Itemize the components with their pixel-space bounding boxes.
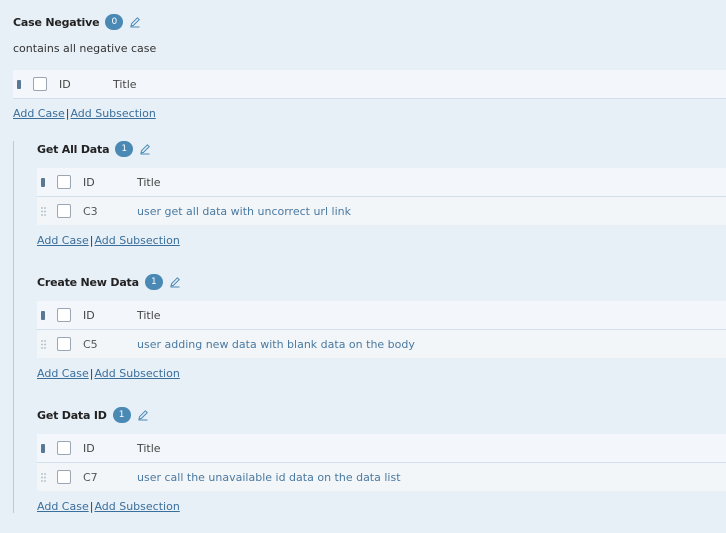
add-case-link[interactable]: Add Case bbox=[37, 500, 89, 513]
link-separator: | bbox=[89, 234, 94, 247]
case-title[interactable]: user adding new data with blank data on … bbox=[137, 338, 415, 351]
table-row[interactable]: C5 user adding new data with blank data … bbox=[37, 330, 726, 358]
case-count-badge: 1 bbox=[144, 274, 163, 290]
row-checkbox[interactable] bbox=[57, 470, 71, 484]
add-subsection-link[interactable]: Add Subsection bbox=[94, 367, 179, 380]
subsection-header: Get All Data 1 bbox=[37, 140, 151, 158]
pencil-icon[interactable] bbox=[137, 409, 149, 421]
subsection-title: Create New Data bbox=[37, 275, 139, 289]
case-count-badge: 0 bbox=[105, 14, 124, 30]
table-header: ID Title bbox=[37, 301, 726, 330]
link-separator: | bbox=[89, 500, 94, 513]
select-all-checkbox[interactable] bbox=[57, 308, 71, 322]
select-all-checkbox[interactable] bbox=[57, 175, 71, 189]
pencil-icon[interactable] bbox=[129, 16, 141, 28]
column-header-id[interactable]: ID bbox=[83, 309, 137, 322]
column-header-title[interactable]: Title bbox=[137, 176, 161, 189]
case-count-badge: 1 bbox=[115, 141, 134, 157]
subsection-title: Get Data ID bbox=[37, 408, 107, 422]
subsection-actions: Add Case|Add Subsection bbox=[37, 500, 180, 513]
link-separator: | bbox=[65, 107, 70, 120]
add-subsection-link[interactable]: Add Subsection bbox=[70, 107, 155, 120]
add-case-link[interactable]: Add Case bbox=[37, 234, 89, 247]
table-row[interactable]: C3 user get all data with uncorrect url … bbox=[37, 197, 726, 225]
case-count-badge: 1 bbox=[112, 407, 131, 423]
column-handle-icon[interactable] bbox=[37, 443, 57, 453]
drag-handle-icon[interactable] bbox=[37, 206, 57, 216]
add-case-link[interactable]: Add Case bbox=[37, 367, 89, 380]
case-title[interactable]: user get all data with uncorrect url lin… bbox=[137, 205, 351, 218]
section-title: Case Negative bbox=[13, 15, 100, 29]
case-id: C5 bbox=[83, 337, 98, 351]
column-handle-icon[interactable] bbox=[13, 79, 33, 89]
subsection-header: Get Data ID 1 bbox=[37, 406, 149, 424]
table-header: ID Title bbox=[37, 434, 726, 463]
subsection-title: Get All Data bbox=[37, 142, 110, 156]
drag-handle-icon[interactable] bbox=[37, 339, 57, 349]
subsection-actions: Add Case|Add Subsection bbox=[37, 234, 180, 247]
subsection-actions: Add Case|Add Subsection bbox=[37, 367, 180, 380]
row-checkbox[interactable] bbox=[57, 204, 71, 218]
subsection-header: Create New Data 1 bbox=[37, 273, 181, 291]
column-header-title[interactable]: Title bbox=[137, 442, 161, 455]
column-header-title[interactable]: Title bbox=[137, 309, 161, 322]
section-actions: Add Case|Add Subsection bbox=[13, 107, 156, 120]
table-row[interactable]: C7 user call the unavailable id data on … bbox=[37, 463, 726, 491]
table-header: ID Title bbox=[37, 168, 726, 197]
case-title[interactable]: user call the unavailable id data on the… bbox=[137, 471, 401, 484]
case-id: C7 bbox=[83, 470, 98, 484]
add-subsection-link[interactable]: Add Subsection bbox=[94, 500, 179, 513]
column-header-title[interactable]: Title bbox=[113, 78, 137, 91]
select-all-checkbox[interactable] bbox=[57, 441, 71, 455]
select-all-checkbox[interactable] bbox=[33, 77, 47, 91]
column-handle-icon[interactable] bbox=[37, 310, 57, 320]
pencil-icon[interactable] bbox=[139, 143, 151, 155]
column-header-id[interactable]: ID bbox=[59, 78, 113, 91]
case-id: C3 bbox=[83, 204, 98, 218]
drag-handle-icon[interactable] bbox=[37, 472, 57, 482]
section-description: contains all negative case bbox=[13, 42, 157, 55]
subsection-indent-line bbox=[13, 141, 14, 513]
column-handle-icon[interactable] bbox=[37, 177, 57, 187]
column-header-id[interactable]: ID bbox=[83, 176, 137, 189]
table-header: ID Title bbox=[13, 70, 726, 99]
add-subsection-link[interactable]: Add Subsection bbox=[94, 234, 179, 247]
section-header: Case Negative 0 bbox=[13, 13, 141, 31]
row-checkbox[interactable] bbox=[57, 337, 71, 351]
add-case-link[interactable]: Add Case bbox=[13, 107, 65, 120]
pencil-icon[interactable] bbox=[169, 276, 181, 288]
link-separator: | bbox=[89, 367, 94, 380]
column-header-id[interactable]: ID bbox=[83, 442, 137, 455]
